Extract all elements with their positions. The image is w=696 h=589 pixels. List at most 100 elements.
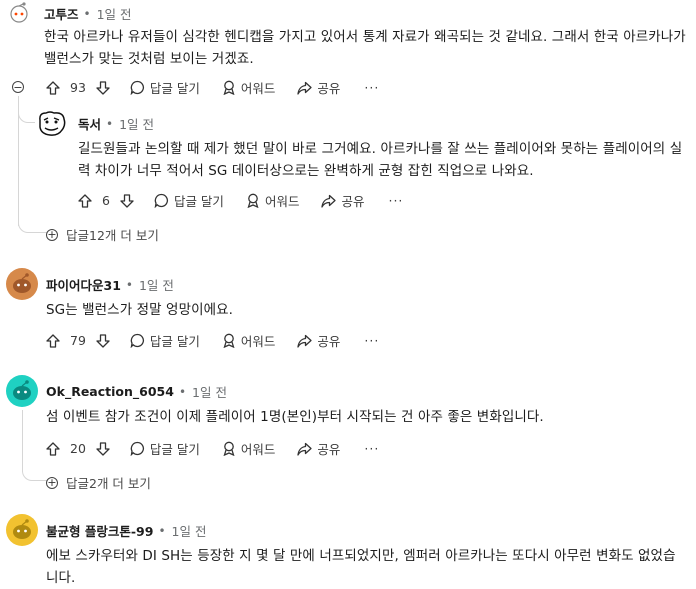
upvote-button[interactable] (78, 193, 92, 208)
upvote-icon (46, 80, 60, 95)
share-label: 공유 (317, 81, 341, 96)
award-icon (247, 193, 259, 208)
downvote-button[interactable] (96, 333, 110, 348)
reply-label: 답글 달기 (173, 194, 224, 209)
separator-dot: • (83, 6, 91, 21)
downvote-icon (96, 333, 110, 348)
downvote-button[interactable] (96, 80, 110, 95)
comment-bubble-icon (130, 441, 144, 456)
share-label: 공유 (317, 334, 341, 349)
award-button[interactable]: 어워드 (222, 439, 276, 458)
share-button[interactable]: 공유 (297, 78, 340, 97)
share-label: 공유 (341, 194, 365, 209)
separator-dot: • (178, 384, 187, 399)
upvote-button[interactable] (46, 441, 60, 456)
downvote-icon (120, 193, 134, 208)
snoo-avatar-icon (10, 2, 28, 23)
snoo-avatar-icon (13, 380, 31, 400)
comment-username[interactable]: 고투즈 (44, 4, 79, 23)
comment-time[interactable]: 1일 전 (192, 382, 227, 401)
collapse-icon: − (12, 80, 24, 94)
award-button[interactable]: 어워드 (222, 78, 276, 97)
comment-username[interactable]: Ok_Reaction_6054 (46, 384, 174, 399)
more-replies-button[interactable]: + 답글2개 더 보기 (46, 473, 151, 492)
avatar[interactable] (6, 375, 38, 407)
more-options-button[interactable]: ··· (364, 441, 379, 456)
vote-count: 93 (70, 80, 86, 95)
share-icon (297, 442, 313, 456)
comment-username[interactable]: 불균형 플랑크톤-99 (46, 521, 153, 540)
comment-time[interactable]: 1일 전 (97, 4, 132, 23)
avatar[interactable] (6, 0, 32, 26)
upvote-icon (46, 441, 60, 456)
award-label: 어워드 (240, 334, 276, 349)
vote-count: 79 (70, 333, 86, 348)
award-icon (223, 80, 235, 95)
expand-plus-icon: + (46, 228, 58, 241)
award-label: 어워드 (240, 442, 276, 457)
reply-time[interactable]: 1일 전 (119, 114, 154, 133)
snoo-avatar-icon (13, 273, 31, 293)
reply-label: 답글 달기 (149, 334, 200, 349)
reply-button[interactable]: 답글 달기 (130, 439, 200, 458)
comment-username[interactable]: 파이어다운31 (46, 275, 121, 294)
downvote-icon (96, 80, 110, 95)
upvote-icon (78, 193, 92, 208)
downvote-button[interactable] (120, 193, 134, 208)
more-options-button[interactable]: ··· (364, 80, 379, 95)
reply-body: 길드원들과 논의할 때 제가 했던 말이 바로 그거예요. 아르카나를 잘 쓰는… (78, 141, 683, 179)
award-icon (223, 441, 235, 456)
award-button[interactable]: 어워드 (222, 331, 276, 350)
share-label: 공유 (317, 442, 341, 457)
vote-count: 6 (102, 193, 110, 208)
expand-plus-icon: + (46, 476, 58, 489)
share-button[interactable]: 공유 (297, 439, 340, 458)
upvote-button[interactable] (46, 80, 60, 95)
separator-dot: • (158, 523, 166, 538)
more-replies-label: 답글12개 더 보기 (66, 228, 159, 243)
comment-body: 에보 스카우터와 DI SH는 등장한 지 몇 달 만에 너프되었지만, 엠퍼러… (46, 548, 676, 586)
separator-dot: • (106, 116, 114, 131)
share-button[interactable]: 공유 (321, 191, 364, 210)
award-button[interactable]: 어워드 (246, 191, 300, 210)
award-label: 어워드 (240, 81, 276, 96)
comment-bubble-icon (154, 193, 168, 208)
reply-label: 답글 달기 (149, 442, 200, 457)
separator-dot: • (125, 277, 133, 292)
comment-body: SG는 밸런스가 정말 엉망이에요. (46, 302, 234, 318)
share-button[interactable]: 공유 (297, 331, 340, 350)
reply-avatar[interactable] (36, 110, 68, 138)
reply-button[interactable]: 답글 달기 (130, 78, 200, 97)
comment-bubble-icon (130, 333, 144, 348)
comment-time[interactable]: 1일 전 (172, 521, 207, 540)
comment-bubble-icon (130, 80, 144, 95)
more-options-button[interactable]: ··· (364, 333, 379, 348)
upvote-icon (46, 333, 60, 348)
collapse-thread-button[interactable]: − (12, 81, 24, 93)
more-replies-label: 답글2개 더 보기 (66, 476, 151, 491)
comment-body: 한국 아르카나 유저들이 심각한 헨디캡을 가지고 있어서 통계 자료가 왜곡되… (44, 29, 686, 67)
thread-branch (18, 96, 35, 123)
more-options-button[interactable]: ··· (388, 193, 403, 208)
share-icon (297, 81, 313, 95)
more-replies-button[interactable]: + 답글12개 더 보기 (46, 225, 159, 244)
share-icon (321, 194, 337, 208)
award-label: 어워드 (264, 194, 300, 209)
avatar[interactable] (6, 514, 38, 546)
reply-button[interactable]: 답글 달기 (130, 331, 200, 350)
award-icon (223, 333, 235, 348)
snoo-avatar-icon (13, 519, 31, 539)
upvote-button[interactable] (46, 333, 60, 348)
reply-label: 답글 달기 (149, 81, 200, 96)
share-icon (297, 334, 313, 348)
thread-branch (22, 458, 47, 481)
comment-body: 섬 이벤트 참가 조건이 이제 플레이어 1명(본인)부터 시작되는 건 아주 … (46, 409, 544, 425)
downvote-icon (96, 441, 110, 456)
avatar[interactable] (6, 268, 38, 300)
vote-count: 20 (70, 441, 86, 456)
comment-time[interactable]: 1일 전 (139, 275, 174, 294)
downvote-button[interactable] (96, 441, 110, 456)
reply-username[interactable]: 독서 (78, 114, 101, 133)
reply-button[interactable]: 답글 달기 (154, 191, 224, 210)
meme-face-avatar-icon (39, 111, 66, 136)
